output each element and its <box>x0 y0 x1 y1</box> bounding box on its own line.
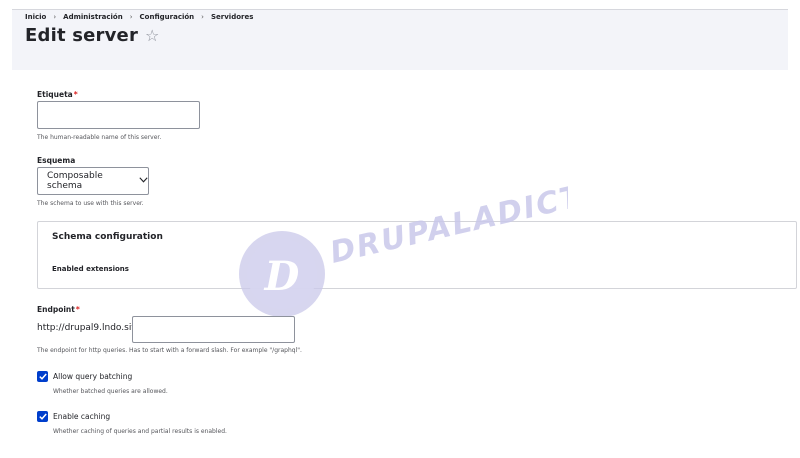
breadcrumb-admin-link[interactable]: Administración <box>63 13 123 21</box>
page-title-text: Edit server <box>25 25 139 46</box>
etiqueta-label-text: Etiqueta <box>37 90 73 99</box>
query-batching-label[interactable]: Allow query batching <box>53 372 132 381</box>
etiqueta-input[interactable] <box>37 101 200 129</box>
enabled-extensions-heading: Enabled extensions <box>52 265 129 273</box>
breadcrumb-separator: › <box>201 13 204 21</box>
query-batching-checkbox[interactable] <box>37 371 48 382</box>
checkmark-icon <box>38 373 47 380</box>
endpoint-prefix: http://drupal9.lndo.site <box>37 323 141 333</box>
breadcrumb-separator: › <box>53 13 57 21</box>
esquema-label: Esquema <box>37 156 76 165</box>
schema-configuration-panel: Schema configuration Enabled extensions <box>37 221 797 289</box>
chevron-down-icon <box>139 176 148 186</box>
esquema-select[interactable]: Composable schema <box>37 167 149 195</box>
breadcrumb: Inicio › Administración › Configuración … <box>25 13 253 21</box>
checkmark-icon <box>38 413 47 420</box>
breadcrumb-config-link[interactable]: Configuración <box>140 13 195 21</box>
endpoint-input[interactable] <box>132 316 295 343</box>
required-mark: * <box>75 305 80 314</box>
caching-checkbox[interactable] <box>37 411 48 422</box>
endpoint-label: Endpoint* <box>37 305 80 314</box>
schema-configuration-title[interactable]: Schema configuration <box>52 232 163 242</box>
required-mark: * <box>73 90 78 99</box>
breadcrumb-separator: › <box>129 13 133 21</box>
endpoint-label-text: Endpoint <box>37 305 75 314</box>
esquema-description: The schema to use with this server. <box>37 200 144 207</box>
esquema-selected-value: Composable schema <box>47 171 103 191</box>
caching-description: Whether caching of queries and partial r… <box>53 428 227 435</box>
query-batching-description: Whether batched queries are allowed. <box>53 388 168 395</box>
caching-label[interactable]: Enable caching <box>53 412 110 421</box>
etiqueta-description: The human-readable name of this server. <box>37 134 162 141</box>
breadcrumb-servers-link[interactable]: Servidores <box>211 13 253 21</box>
shortcut-star-icon[interactable]: ☆ <box>145 26 160 45</box>
page-title: Edit server ☆ <box>25 25 160 46</box>
etiqueta-label: Etiqueta* <box>37 90 78 99</box>
endpoint-description: The endpoint for http queries. Has to st… <box>37 347 302 354</box>
breadcrumb-home-link[interactable]: Inicio <box>25 13 46 21</box>
